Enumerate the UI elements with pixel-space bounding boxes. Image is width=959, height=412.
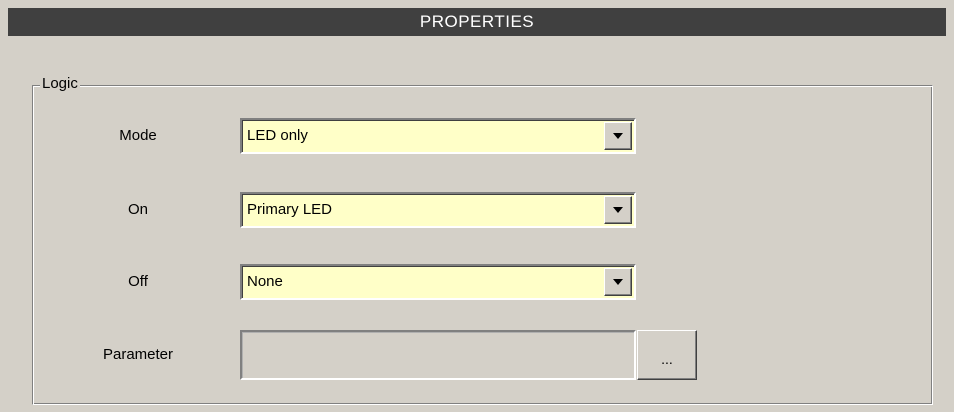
- chevron-down-icon: [613, 279, 623, 285]
- on-select[interactable]: Primary LED: [240, 192, 636, 228]
- chevron-down-icon: [613, 133, 623, 139]
- off-select[interactable]: None: [240, 264, 636, 300]
- on-dropdown-button[interactable]: [604, 196, 632, 224]
- panel-title: PROPERTIES: [8, 8, 946, 36]
- mode-select-value: LED only: [247, 127, 308, 144]
- off-select-value: None: [247, 273, 283, 290]
- properties-panel: PROPERTIES Logic Mode LED only On Primar…: [0, 0, 954, 412]
- mode-select[interactable]: LED only: [240, 118, 636, 154]
- parameter-field: [240, 330, 636, 380]
- mode-dropdown-button[interactable]: [604, 122, 632, 150]
- chevron-down-icon: [613, 207, 623, 213]
- off-dropdown-button[interactable]: [604, 268, 632, 296]
- on-label: On: [127, 201, 148, 218]
- browse-button[interactable]: ...: [637, 330, 697, 380]
- off-label: Off: [128, 273, 148, 290]
- mode-label: Mode: [119, 127, 157, 144]
- on-select-value: Primary LED: [247, 201, 333, 218]
- parameter-label: Parameter: [102, 346, 174, 363]
- group-legend: Logic: [40, 74, 80, 94]
